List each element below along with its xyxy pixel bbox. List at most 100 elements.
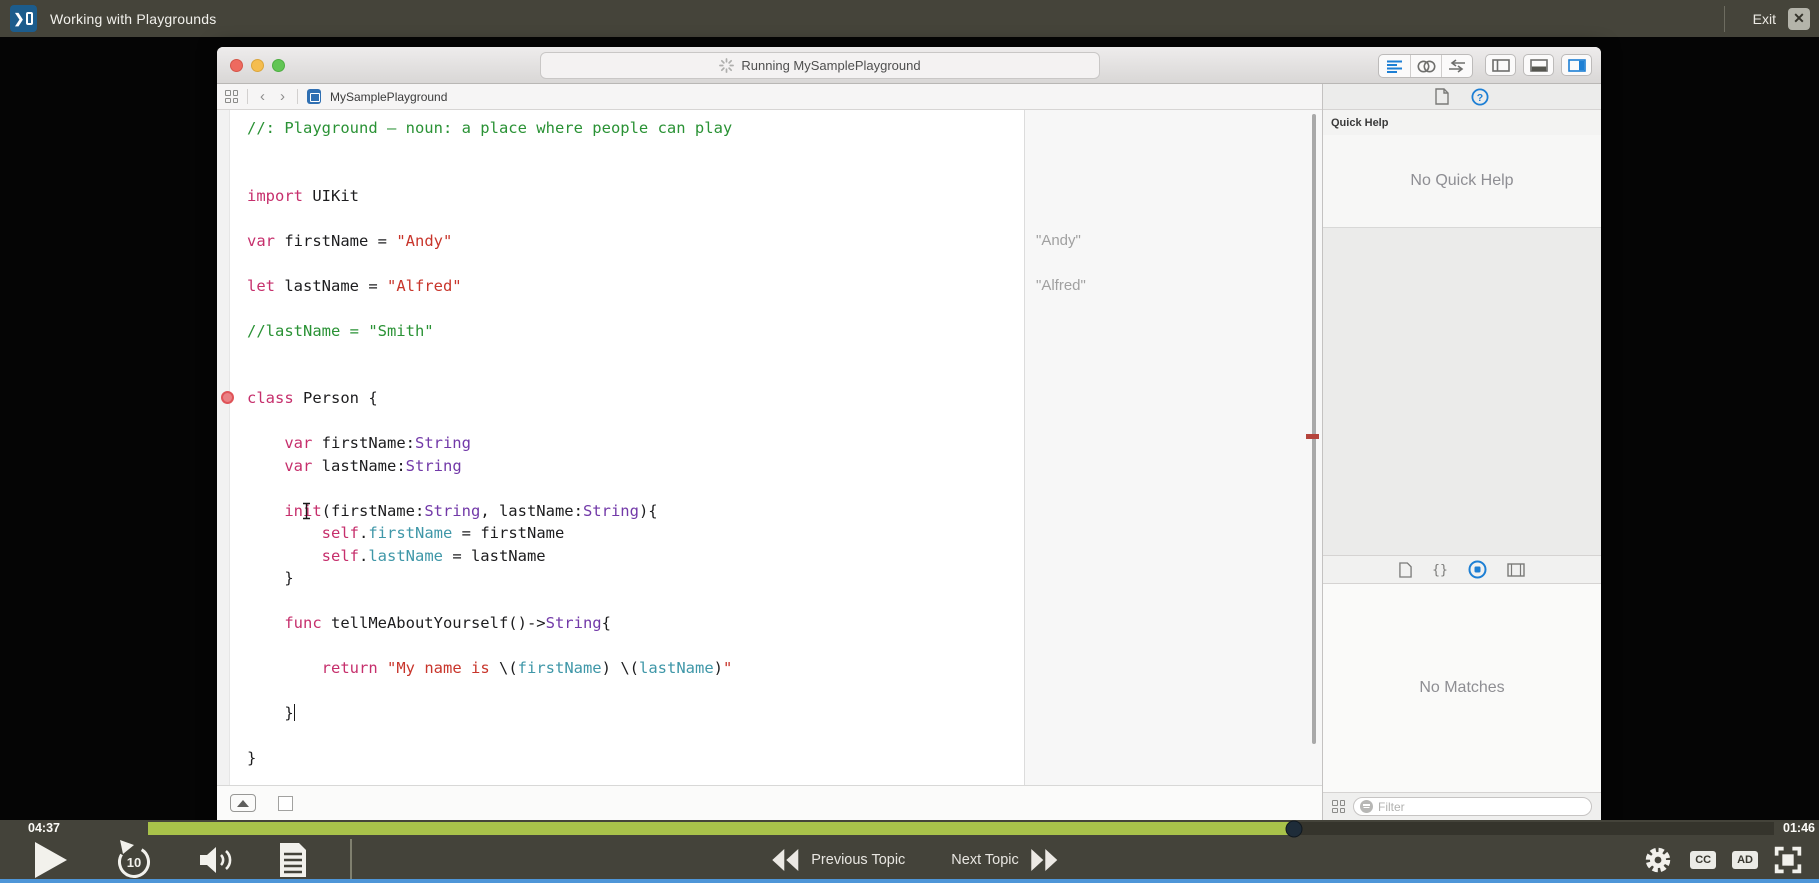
play-icon[interactable]: [32, 840, 70, 880]
version-editor-icon[interactable]: [1441, 55, 1472, 77]
result-value[interactable]: "Alfred": [1036, 275, 1086, 298]
code-line: var firstName = "Andy": [247, 231, 453, 250]
inspector-tab-bar: ?: [1323, 84, 1601, 110]
breakpoint-gutter[interactable]: [217, 110, 234, 785]
code-line: func tellMeAboutYourself()->String{: [284, 614, 611, 632]
audio-description-icon[interactable]: AD: [1732, 851, 1758, 869]
library-tab-bar: {}: [1323, 555, 1601, 584]
volume-icon[interactable]: [198, 844, 236, 876]
rewind-10-icon[interactable]: 10: [112, 838, 156, 882]
code-line: var lastName:String: [284, 456, 462, 475]
svg-text:10: 10: [127, 855, 141, 870]
debug-area-icon[interactable]: [1523, 54, 1554, 76]
source-editor[interactable]: //: Playground – noun: a place where peo…: [217, 110, 1322, 785]
settings-gear-icon[interactable]: [1642, 844, 1674, 876]
previous-topic-button[interactable]: Previous Topic: [771, 848, 905, 872]
file-template-icon[interactable]: [1399, 561, 1412, 578]
standard-editor-icon[interactable]: [1379, 55, 1410, 77]
related-items-icon[interactable]: [225, 90, 238, 103]
back-chevron-icon[interactable]: ‹: [257, 89, 268, 104]
next-double-arrow-icon: [1031, 849, 1058, 871]
filter-field[interactable]: [1353, 797, 1592, 816]
media-library-icon[interactable]: [1507, 562, 1525, 577]
code-line: let lastName = "Alfred": [247, 276, 462, 295]
progress-fill: [148, 822, 1295, 835]
inspector-panel: ? Quick Help No Quick Help {} No Matches…: [1322, 84, 1601, 820]
code-snippet-icon[interactable]: {}: [1432, 562, 1448, 577]
code-line: class Person {: [247, 389, 378, 407]
code-line: //: Playground – noun: a place where peo…: [247, 119, 733, 137]
jump-bar: ‹ › MySamplePlayground: [217, 84, 1322, 110]
panel-toggle-buttons: [1485, 54, 1592, 78]
forward-chevron-icon[interactable]: ›: [277, 89, 288, 104]
inspector-panel-icon[interactable]: [1561, 54, 1592, 76]
minimize-window-icon[interactable]: [251, 59, 264, 72]
progress-handle[interactable]: [1285, 820, 1303, 837]
scrollbar-issue-marker: [1306, 434, 1319, 439]
code-line: self.lastName = lastName: [321, 546, 546, 565]
file-inspector-icon[interactable]: [1435, 88, 1449, 105]
assistant-editor-icon[interactable]: [1410, 55, 1441, 77]
text-insertion-caret: [293, 704, 296, 721]
object-library-icon[interactable]: [1468, 560, 1487, 579]
toggle-debug-area-icon[interactable]: [230, 794, 256, 812]
library-body: No Matches: [1323, 584, 1601, 792]
traffic-lights: [230, 59, 285, 72]
next-topic-button[interactable]: Next Topic: [951, 848, 1058, 872]
activity-status-text: Running MySamplePlayground: [741, 58, 921, 73]
code-line: }: [247, 569, 294, 587]
header-divider: [1723, 5, 1725, 32]
closed-captions-icon[interactable]: CC: [1690, 851, 1717, 869]
library-grid-icon[interactable]: [1332, 800, 1345, 813]
progress-bar[interactable]: [148, 820, 1774, 837]
code-line: return "My name is \(firstName) \(lastNa…: [321, 659, 733, 677]
player-control-bar: 04:37 01:46 10 Previous Topic Next Topic…: [0, 820, 1819, 883]
course-header-bar: ❯ Working with Playgrounds Exit ✕: [0, 0, 1819, 37]
code-line: init(firstName:String, lastName:String){: [284, 501, 658, 520]
code-line: //lastName = "Smith": [247, 321, 434, 340]
exit-button[interactable]: Exit: [1753, 11, 1776, 27]
zoom-window-icon[interactable]: [272, 59, 285, 72]
result-value[interactable]: "Andy": [1036, 230, 1081, 253]
code-line: self.firstName = firstName: [321, 524, 565, 542]
quick-help-icon[interactable]: ?: [1471, 88, 1489, 106]
quick-help-empty-text: No Quick Help: [1410, 172, 1514, 189]
close-icon[interactable]: ✕: [1788, 7, 1810, 30]
code-line: import UIKit: [247, 186, 359, 205]
controls-divider-left: [350, 839, 352, 881]
player-focus-line: [0, 879, 1819, 883]
close-window-icon[interactable]: [230, 59, 243, 72]
filter-input[interactable]: [1378, 799, 1585, 814]
editor-scrollbar[interactable]: [1312, 114, 1316, 744]
playground-file-icon: [307, 89, 321, 104]
activity-viewer: Running MySamplePlayground: [540, 52, 1100, 79]
tab-mysampleplayground[interactable]: MySamplePlayground: [330, 90, 447, 104]
xcode-titlebar: Running MySamplePlayground: [217, 47, 1601, 84]
fullscreen-icon[interactable]: [1774, 846, 1802, 874]
transcript-icon[interactable]: [278, 842, 308, 878]
code-line: }: [247, 704, 296, 722]
app-root: ❯ Working with Playgrounds Exit ✕ Runnin…: [0, 0, 1819, 883]
results-sidebar: "Andy" "Alfred": [1024, 110, 1322, 785]
course-logo-icon: ❯: [10, 5, 37, 32]
stop-square-icon[interactable]: [278, 795, 293, 811]
quick-help-header: Quick Help: [1323, 110, 1601, 135]
library-empty-text: No Matches: [1419, 679, 1505, 696]
remaining-time: 01:46: [1783, 821, 1815, 835]
code-lines[interactable]: //: Playground – noun: a place where peo…: [231, 110, 1024, 785]
code-line: var firstName:String: [284, 434, 471, 452]
navigator-panel-icon[interactable]: [1485, 54, 1516, 76]
library-filter-bar: [1323, 792, 1601, 820]
